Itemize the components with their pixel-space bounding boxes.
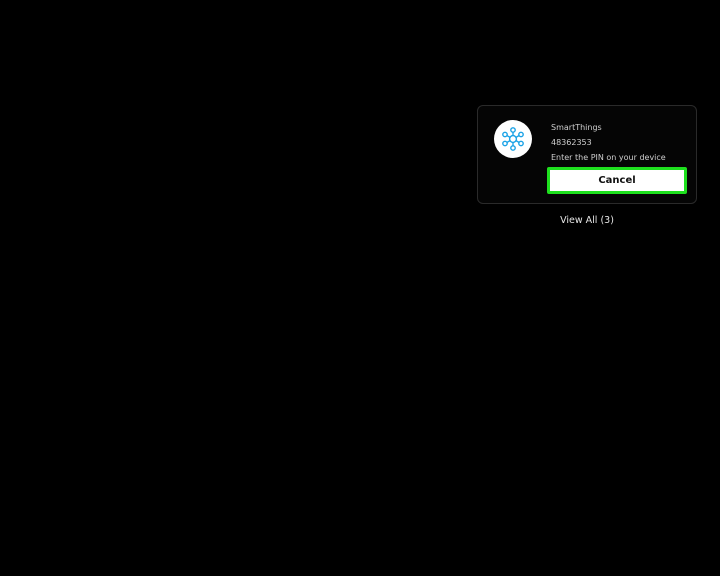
- notification-card: SmartThings 48362353 Enter the PIN on yo…: [477, 105, 697, 204]
- notification-code: 48362353: [551, 138, 592, 147]
- notification-message: Enter the PIN on your device: [551, 153, 666, 162]
- view-all-link[interactable]: View All (3): [477, 214, 697, 228]
- notification-text: SmartThings 48362353 Enter the PIN on yo…: [551, 120, 691, 165]
- cancel-button[interactable]: Cancel: [547, 167, 687, 194]
- smartthings-icon: [494, 120, 532, 158]
- smartthings-icon-graphic: [502, 127, 524, 151]
- tv-screen: SmartThings 48362353 Enter the PIN on yo…: [0, 0, 720, 576]
- notification-app-name: SmartThings: [551, 123, 602, 132]
